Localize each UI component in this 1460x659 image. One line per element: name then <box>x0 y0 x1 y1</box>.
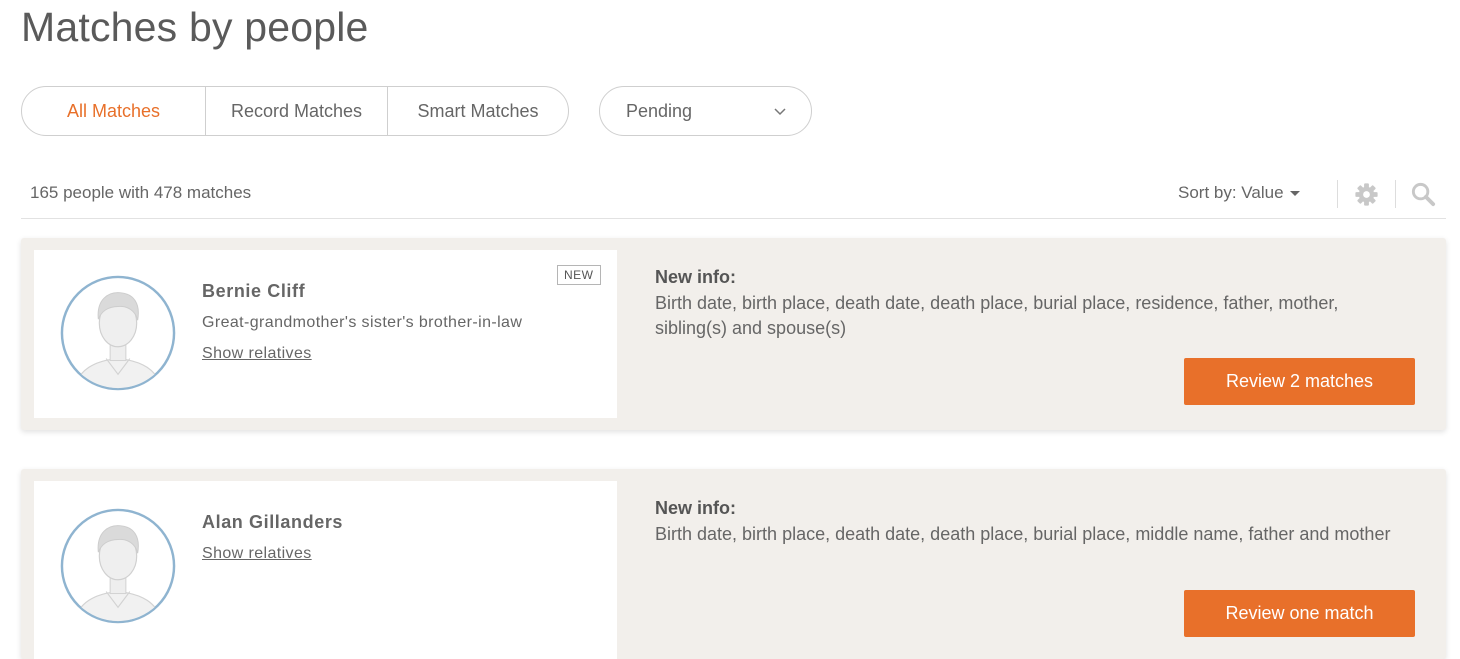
show-relatives-link[interactable]: Show relatives <box>202 345 312 363</box>
show-relatives-link[interactable]: Show relatives <box>202 545 312 563</box>
review-match-button[interactable]: Review one match <box>1184 590 1415 637</box>
page-title: Matches by people <box>21 4 369 50</box>
person-card: Alan Gillanders Show relatives New info:… <box>21 469 1446 659</box>
tab-smart-matches[interactable]: Smart Matches <box>387 87 568 135</box>
relationship-text: Great-grandmother's sister's brother-in-… <box>202 314 523 331</box>
status-dropdown[interactable]: Pending <box>599 86 812 136</box>
match-type-tabs: All Matches Record Matches Smart Matches <box>21 86 569 136</box>
avatar-placeholder-icon <box>60 508 176 624</box>
match-summary: 165 people with 478 matches <box>30 183 252 202</box>
review-matches-button[interactable]: Review 2 matches <box>1184 358 1415 405</box>
search-icon[interactable] <box>1410 181 1437 208</box>
tab-all-matches[interactable]: All Matches <box>22 87 205 135</box>
person-card: Bernie Cliff Great-grandmother's sister'… <box>21 238 1446 430</box>
avatar-placeholder-icon <box>60 275 176 391</box>
divider <box>21 218 1446 219</box>
status-dropdown-value: Pending <box>626 100 693 121</box>
toolbar-divider <box>1337 180 1338 208</box>
new-info-title: New info: <box>655 267 736 287</box>
tab-record-matches[interactable]: Record Matches <box>205 87 387 135</box>
person-name[interactable]: Alan Gillanders <box>202 512 343 533</box>
chevron-down-icon <box>774 108 786 116</box>
person-summary: Bernie Cliff Great-grandmother's sister'… <box>34 250 617 418</box>
new-info-text: Birth date, birth place, death date, dea… <box>655 293 1339 338</box>
sort-dropdown[interactable]: Sort by: Value <box>1178 183 1300 203</box>
new-info-text: Birth date, birth place, death date, dea… <box>655 524 1391 544</box>
person-name[interactable]: Bernie Cliff <box>202 281 305 302</box>
new-info-title: New info: <box>655 498 736 518</box>
new-badge: NEW <box>557 265 601 285</box>
person-summary: Alan Gillanders Show relatives <box>34 481 617 659</box>
toolbar-divider <box>1395 180 1396 208</box>
gear-icon[interactable] <box>1353 181 1380 208</box>
sort-label: Sort by: Value <box>1178 183 1284 202</box>
caret-down-icon <box>1289 190 1300 196</box>
